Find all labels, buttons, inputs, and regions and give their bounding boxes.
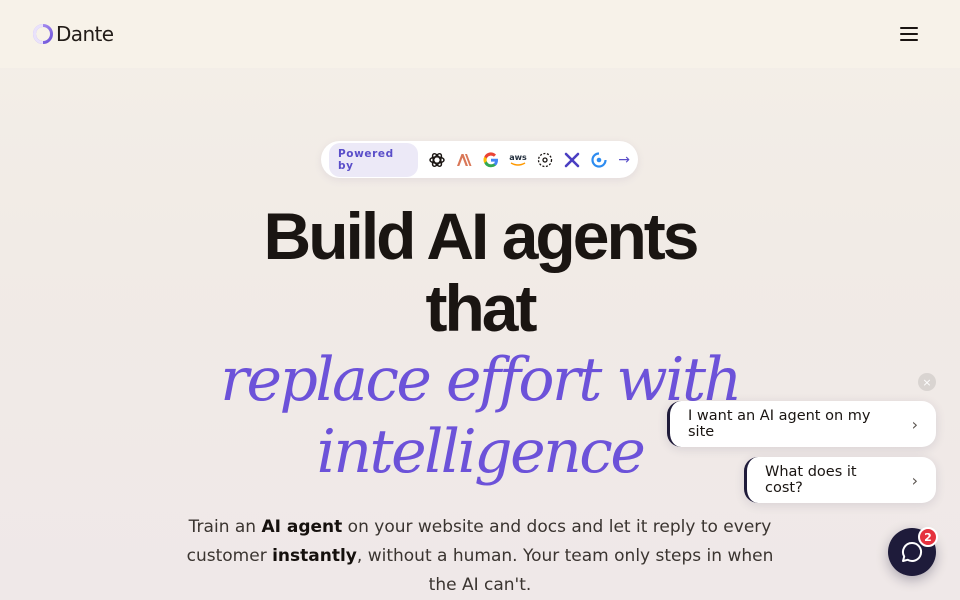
highlight-ai-agent: AI agent [261,517,343,537]
unread-badge: 2 [918,527,938,547]
hamburger-icon [900,27,918,29]
perplexity-icon [535,150,555,170]
svg-text:aws: aws [509,153,527,162]
chevron-right-icon: › [911,470,918,490]
suggestion-label: What does it cost? [765,464,857,496]
openai-icon [427,150,447,170]
top-navbar: Dante [0,0,960,68]
dante-logo-icon [33,24,53,44]
highlight-instantly: instantly [272,546,357,566]
chat-suggestion-cost[interactable]: What does it cost? › [744,457,936,503]
anthropic-icon [454,150,474,170]
aws-icon: aws [508,150,528,170]
powered-by-bar[interactable]: Powered by aws → [321,141,638,178]
chat-suggestion-ai-agent[interactable]: I want an AI agent on my site › [667,401,936,447]
hero-subtext: Train an AI agent on your website and do… [186,517,774,595]
hamburger-menu-button[interactable] [900,27,918,41]
xai-icon [562,150,582,170]
hero-line-1: Build AI agents [263,199,700,273]
logo-text: Dante [56,22,114,46]
google-icon [481,150,501,170]
deepseek-icon [589,150,609,170]
powered-by-label: Powered by [329,142,419,177]
suggestion-label: I want an AI agent on my site [688,408,871,440]
dante-logo[interactable]: Dante [32,22,114,46]
hero-line-2: that [425,271,538,345]
chevron-right-icon: › [911,414,918,434]
arrow-right-icon: → [618,151,630,168]
chat-close-button[interactable]: × [918,373,936,391]
